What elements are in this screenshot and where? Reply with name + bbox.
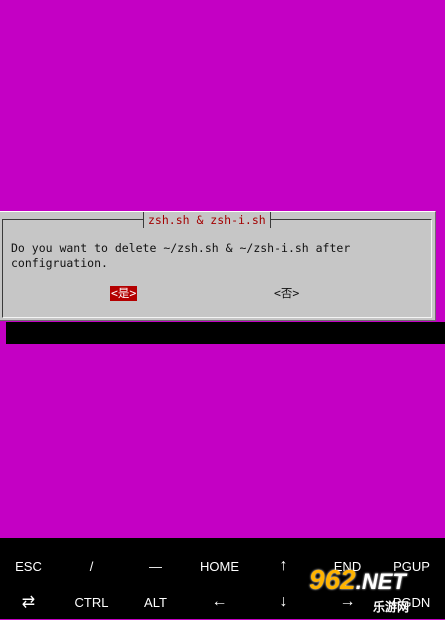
key-home[interactable]: HOME <box>188 548 251 584</box>
yes-button[interactable]: <是> <box>110 286 138 301</box>
key-esc[interactable]: ESC <box>0 548 60 584</box>
dialog-message: Do you want to delete ~/zsh.sh & ~/zsh-i… <box>11 241 351 270</box>
key-alt[interactable]: ALT <box>124 584 187 620</box>
no-button[interactable]: <否> <box>273 286 300 301</box>
watermark-logo: 962.NET <box>309 564 406 595</box>
dialog-title: zsh.sh & zsh-i.sh <box>143 212 271 228</box>
confirm-dialog: zsh.sh & zsh-i.sh Do you want to delete … <box>0 211 436 321</box>
key-left-arrow[interactable]: ← <box>188 584 251 620</box>
site-watermark: 962.NET 乐游网 <box>303 564 443 616</box>
key-ctrl[interactable]: CTRL <box>60 584 123 620</box>
dialog-shadow <box>6 322 445 344</box>
key-dash[interactable]: — <box>124 548 187 584</box>
key-tab[interactable]: ⇄ <box>0 584 60 620</box>
watermark-subtitle: 乐游网 <box>373 600 410 614</box>
key-slash[interactable]: / <box>60 548 123 584</box>
